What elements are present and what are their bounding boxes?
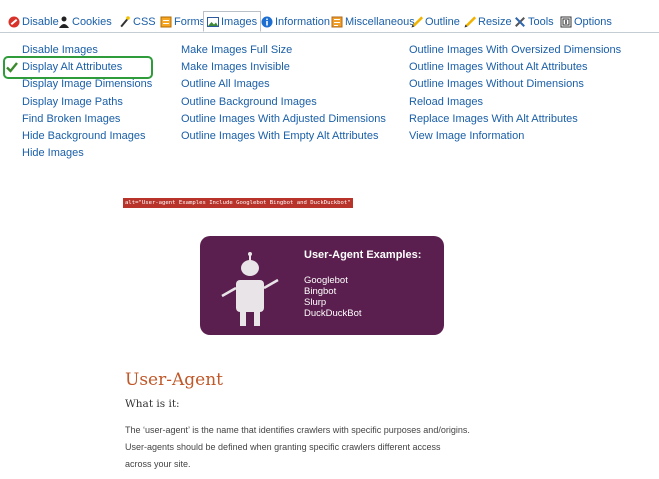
description-paragraph: The ‘user-agent’ is the name that identi… [125,422,525,473]
forms-icon [160,16,172,28]
card-item-slurp: Slurp [304,297,327,308]
disable-icon [8,16,20,28]
miscellaneous-icon [331,16,343,28]
paragraph-line: across your site. [125,459,191,469]
card-item-bingbot: Bingbot [304,286,337,297]
menu-item-outline-without-dimensions[interactable]: Outline Images Without Dimensions [409,76,621,93]
menu-item-hide-images[interactable]: Hide Images [22,145,152,162]
css-wand-icon [119,16,131,28]
menu-item-display-image-paths[interactable]: Display Image Paths [22,94,152,111]
menu-item-hide-background-images[interactable]: Hide Background Images [22,128,152,145]
menu-item-display-alt-attributes[interactable]: Display Alt Attributes [22,59,152,76]
developer-toolbar: Disable Cookies CSS Forms Images Informa… [0,9,659,33]
menu-item-view-image-information[interactable]: View Image Information [409,128,621,145]
menu-item-outline-adjusted-dimensions[interactable]: Outline Images With Adjusted Dimensions [181,111,386,128]
toolbar-cookies[interactable]: Cookies [58,14,112,30]
menu-column-3: Outline Images With Oversized Dimensions… [409,42,621,145]
images-icon [207,16,219,28]
menu-item-make-images-full-size[interactable]: Make Images Full Size [181,42,386,59]
tools-icon [514,16,526,28]
card-item-googlebot: Googlebot [304,275,348,286]
page-heading: User-Agent [125,370,223,390]
card-list: Googlebot Bingbot Slurp DuckDuckBot [304,275,362,319]
menu-item-replace-with-alt[interactable]: Replace Images With Alt Attributes [409,111,621,128]
outline-pencil-icon [411,16,423,28]
menu-item-display-image-dimensions[interactable]: Display Image Dimensions [22,76,152,93]
toolbar-css[interactable]: CSS [119,14,156,30]
checkmark-icon [6,62,18,73]
subheading: What is it: [125,398,180,410]
paragraph-line: The ‘user-agent’ is the name that identi… [125,425,470,435]
menu-item-make-images-invisible[interactable]: Make Images Invisible [181,59,386,76]
paragraph-line: User-agents should be defined when grant… [125,442,441,452]
menu-column-2: Make Images Full Size Make Images Invisi… [181,42,386,145]
toolbar-options[interactable]: Options [560,14,612,30]
card-item-duckduckbot: DuckDuckBot [304,308,362,319]
toolbar-information[interactable]: Information [261,14,330,30]
user-agent-examples-image: User-Agent Examples: Googlebot Bingbot S… [200,236,444,335]
alt-attribute-label: alt="User-agent Examples Include Googleb… [123,198,353,208]
menu-item-outline-oversized[interactable]: Outline Images With Oversized Dimensions [409,42,621,59]
menu-item-outline-without-alt[interactable]: Outline Images Without Alt Attributes [409,59,621,76]
menu-item-outline-all-images[interactable]: Outline All Images [181,76,386,93]
toolbar-miscellaneous[interactable]: Miscellaneous [331,14,415,30]
toolbar-disable[interactable]: Disable [8,14,59,30]
toolbar-forms[interactable]: Forms [160,14,205,30]
menu-item-find-broken-images[interactable]: Find Broken Images [22,111,152,128]
toolbar-resize[interactable]: Resize [464,14,512,30]
menu-column-1: Disable Images Display Alt Attributes Di… [22,42,152,162]
resize-pencil-icon [464,16,476,28]
robot-icon [221,252,279,326]
information-icon [261,16,273,28]
menu-item-disable-images[interactable]: Disable Images [22,42,152,59]
card-title: User-Agent Examples: [304,249,422,261]
menu-item-reload-images[interactable]: Reload Images [409,94,621,111]
toolbar-images[interactable]: Images [203,11,262,32]
cookies-icon [58,16,70,28]
toolbar-outline[interactable]: Outline [411,14,460,30]
menu-item-outline-background-images[interactable]: Outline Background Images [181,94,386,111]
menu-item-outline-empty-alt[interactable]: Outline Images With Empty Alt Attributes [181,128,386,145]
toolbar-tools[interactable]: Tools [514,14,554,30]
options-icon [560,16,572,28]
